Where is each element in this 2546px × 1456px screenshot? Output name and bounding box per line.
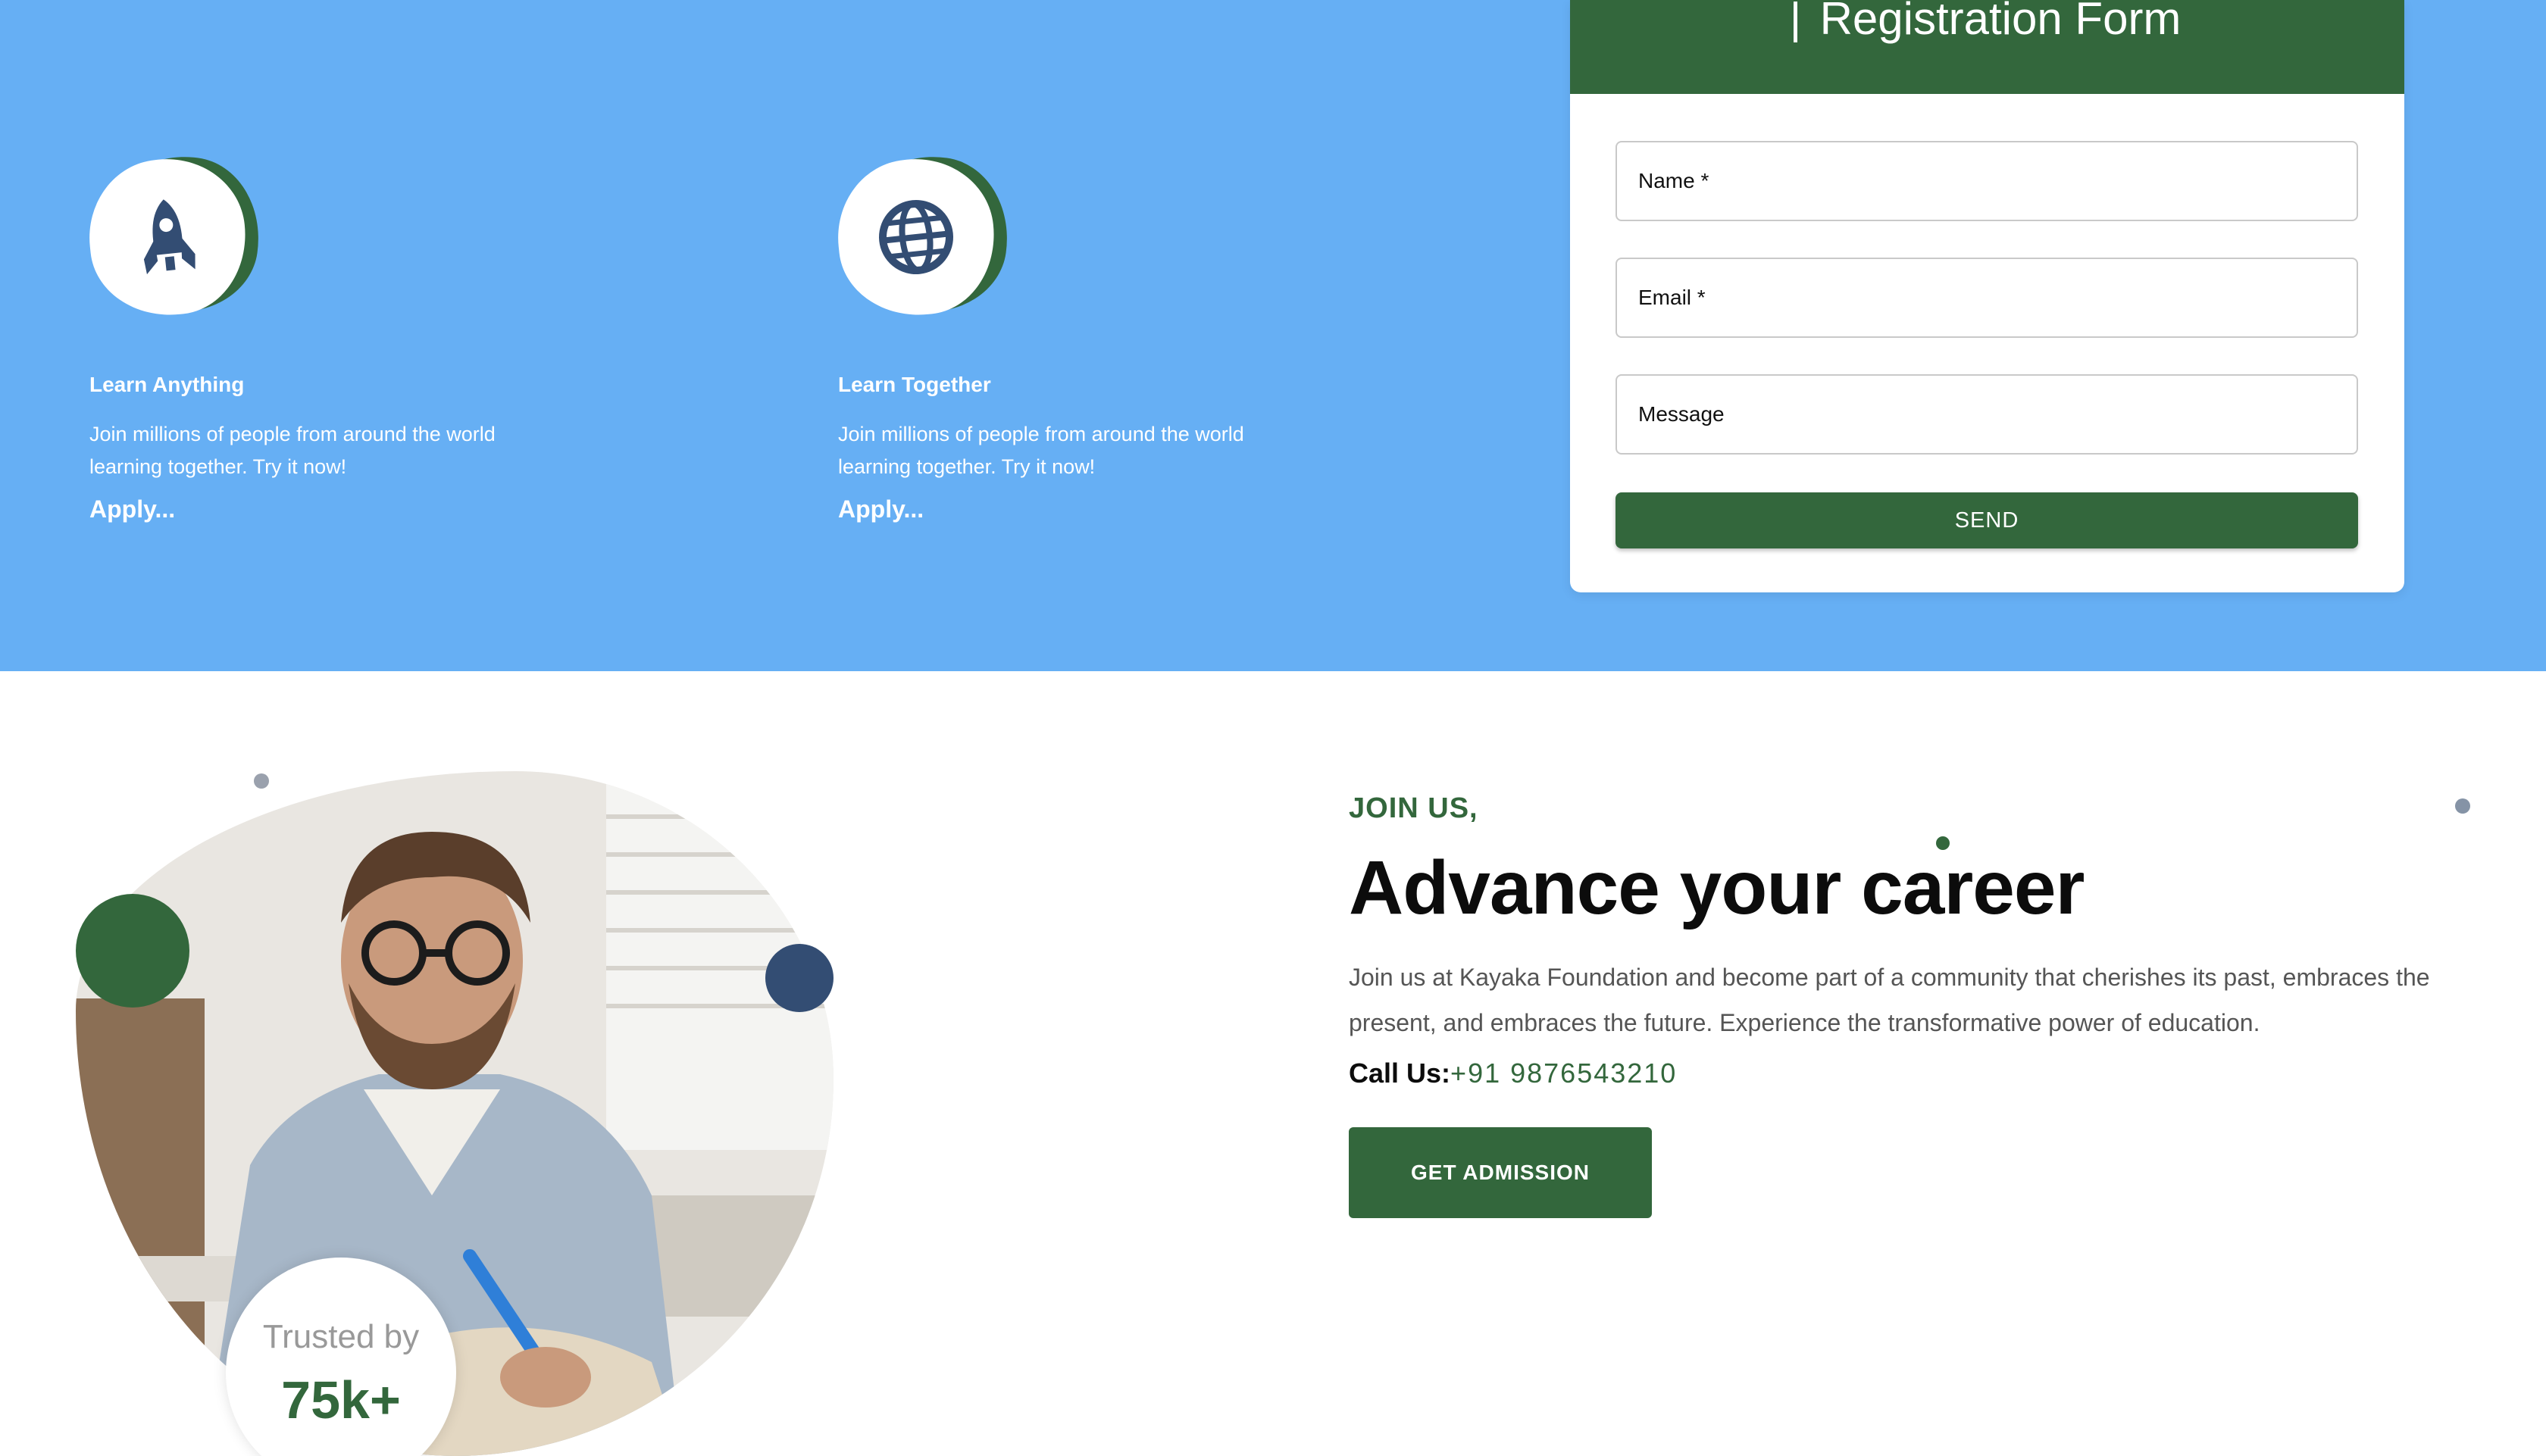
send-button[interactable]: SEND (1615, 492, 2358, 548)
call-us-line: Call Us:+91 9876543210 (1349, 1058, 2470, 1089)
feature-card-learn-together: Learn Together Join millions of people f… (830, 145, 1323, 523)
get-admission-button[interactable]: GET ADMISSION (1349, 1127, 1652, 1218)
trusted-label: Trusted by (262, 1318, 420, 1355)
call-us-label: Call Us: (1349, 1058, 1451, 1089)
feature-title: Learn Together (838, 373, 991, 396)
feature-description: Join millions of people from around the … (89, 423, 496, 478)
join-description: Join us at Kayaka Foundation and become … (1349, 964, 2430, 1036)
globe-icon (879, 200, 953, 274)
email-field[interactable] (1615, 258, 2358, 338)
name-field[interactable] (1615, 141, 2358, 221)
rocket-icon (143, 199, 195, 275)
registration-form-header: Registration Form (1570, 0, 2404, 94)
email-input[interactable] (1638, 286, 2357, 310)
feature-card-learn-anything: Learn Anything Join millions of people f… (81, 145, 574, 523)
decor-dot-grey-small (254, 773, 269, 789)
feature-icon-badge (81, 145, 270, 323)
message-input[interactable] (1638, 402, 2357, 426)
trusted-count: 75k+ (281, 1370, 401, 1429)
decor-dot-navy (765, 944, 834, 1012)
title-bar-accent (1793, 2, 1797, 42)
registration-form-title: Registration Form (1819, 0, 2182, 44)
feature-apply-link[interactable]: Apply... (838, 495, 924, 523)
feature-title: Learn Anything (89, 373, 245, 396)
message-field[interactable] (1615, 374, 2358, 455)
join-section: JOIN US, Advance your career Join us at … (1349, 792, 2470, 1218)
features-band: Learn Anything Join millions of people f… (0, 0, 2546, 671)
feature-icon-badge (830, 145, 1018, 323)
feature-apply-link[interactable]: Apply... (89, 495, 175, 523)
join-heading: Advance your career (1349, 845, 2085, 930)
join-eyebrow: JOIN US, (1349, 792, 1478, 824)
name-input[interactable] (1638, 169, 2357, 193)
call-us-number[interactable]: +91 9876543210 (1450, 1058, 1677, 1089)
feature-description: Join millions of people from around the … (838, 423, 1244, 478)
registration-form: Registration Form SEND (1570, 0, 2404, 592)
decor-dot-green-large (76, 894, 189, 1008)
